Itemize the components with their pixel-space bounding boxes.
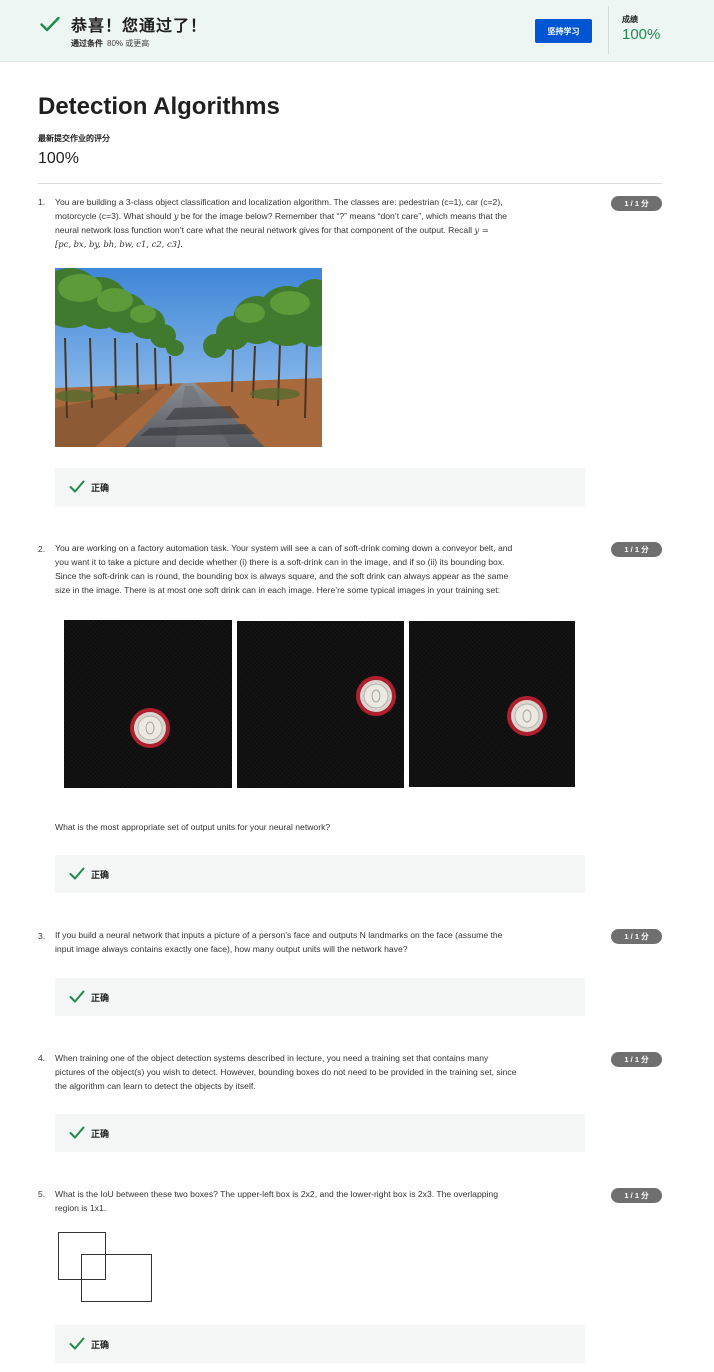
question-text-line: Since the soft-drink can is round, the b… [55,571,509,581]
banner-divider [608,6,609,54]
score-badge: 1 / 1 分 [611,1188,662,1203]
feedback-label: 正确 [91,870,110,880]
math-variable: y = [474,225,489,235]
feedback-label: 正确 [91,1340,110,1350]
feedback-correct: 正确 [55,468,585,506]
question-text-line: neural network loss function won’t care … [55,223,587,237]
grade-value: 100% [622,26,661,43]
pass-condition-label: 通过条件 [71,39,103,48]
soft-drink-can-photo [237,621,404,788]
question-text-line: you want it to take a picture and decide… [55,557,505,567]
check-icon [69,1337,85,1350]
soft-drink-can-photo [64,620,232,788]
page-title: Detection Algorithms [38,93,280,120]
question-text-line: pictures of the object(s) you wish to de… [55,1067,517,1077]
soft-drink-can-photo [409,621,575,787]
question-text-line: region is 1x1. [55,1203,107,1213]
two-overlapping-boxes-diagram [58,1232,152,1302]
grade-label: 成绩 [622,15,638,24]
question-5-text: What is the IoU between these two boxes?… [55,1187,587,1215]
score-badge: 1 / 1 分 [611,196,662,211]
question-text-line: the algorithm can learn to detect the ob… [55,1081,256,1091]
question-4-text: When training one of the object detectio… [55,1051,587,1093]
pass-banner: 恭喜！您通过了！ 通过条件 80% 或更高 坚持学习 成绩 100% [0,0,714,62]
pass-condition-value: 80% 或更高 [107,39,150,48]
question-text-line: When training one of the object detectio… [55,1053,489,1063]
pass-title: 恭喜！您通过了！ [71,18,208,35]
sub-question-text: What is the most appropriate set of outp… [55,822,331,832]
check-icon [69,480,85,493]
lower-right-box [81,1254,152,1302]
question-text-line: motorcycle (c=3). What should y be for t… [55,209,587,223]
check-icon [40,16,60,32]
check-icon [69,867,85,880]
latest-submission-grade: 100% [38,150,79,167]
question-3-text: If you build a neural network that input… [55,928,587,956]
feedback-label: 正确 [91,993,110,1003]
score-badge: 1 / 1 分 [611,1052,662,1067]
question-text-span: be for the image below? Remember that “?… [178,211,508,221]
question-text-line: If you build a neural network that input… [55,930,503,940]
question-text-span: motorcycle (c=3). What should [55,211,174,221]
score-badge: 1 / 1 分 [611,929,662,944]
question-text-line: input image always contains exactly one … [55,944,408,954]
keep-learning-button[interactable]: 坚持学习 [535,19,592,43]
question-number: 5. [38,1189,46,1199]
question-text-line: What is the IoU between these two boxes?… [55,1189,498,1199]
feedback-correct: 正确 [55,1325,585,1363]
question-number: 2. [38,544,46,554]
feedback-correct: 正确 [55,855,585,893]
question-text-line: You are working on a factory automation … [55,543,513,553]
question-text-line: size in the image. There is at most one … [55,585,501,595]
feedback-label: 正确 [91,483,110,493]
check-icon [69,990,85,1003]
feedback-label: 正确 [91,1129,110,1139]
tree-lined-road-photo [55,268,322,447]
question-2-text: You are working on a factory automation … [55,541,587,597]
question-number: 4. [38,1053,46,1063]
score-badge: 1 / 1 分 [611,542,662,557]
math-formula: [pc, bx, by, bh, bw, c1, c2, c3]. [55,239,183,249]
check-icon [69,1126,85,1139]
feedback-correct: 正确 [55,1114,585,1152]
question-number: 1. [38,197,46,207]
question-1-text: You are building a 3-class object classi… [55,195,587,251]
question-text-line: You are building a 3-class object classi… [55,197,503,207]
question-text-span: neural network loss function won’t care … [55,225,475,235]
pass-condition: 通过条件 80% 或更高 [71,38,149,49]
question-number: 3. [38,931,46,941]
latest-submission-label: 最新提交作业的评分 [38,134,110,143]
divider [38,183,662,184]
feedback-correct: 正确 [55,978,585,1016]
